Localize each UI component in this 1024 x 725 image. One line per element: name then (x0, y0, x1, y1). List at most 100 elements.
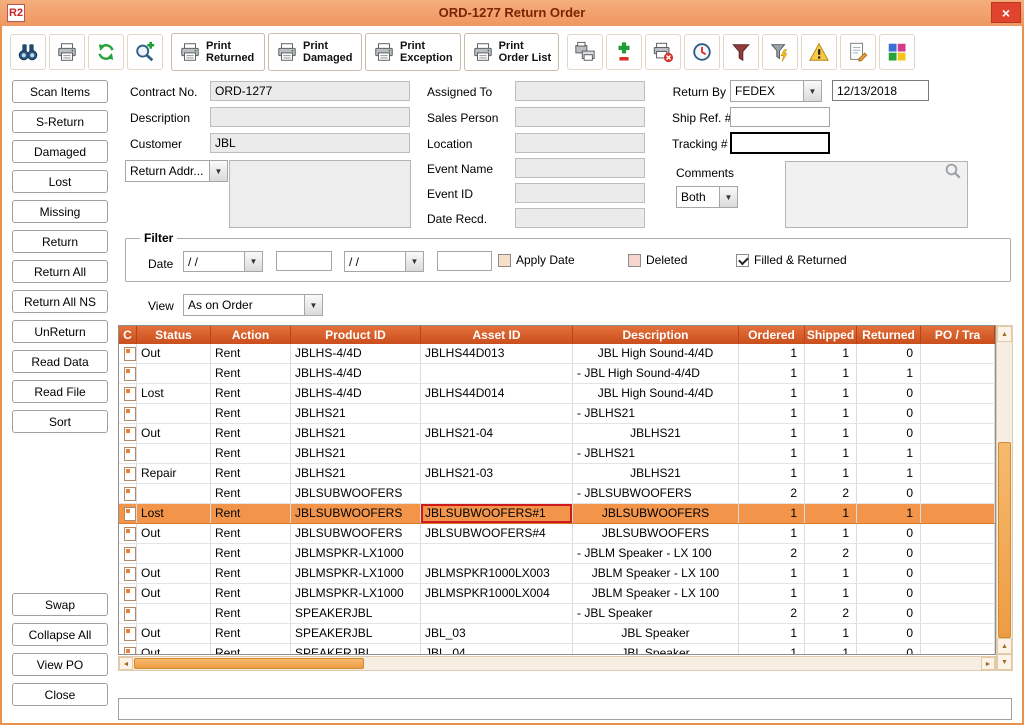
refresh-button[interactable] (88, 34, 124, 70)
filter-date-from-dropdown[interactable]: / / (183, 251, 263, 272)
sidebar-button-swap[interactable]: Swap (12, 593, 108, 616)
sidebar-button-close[interactable]: Close (12, 683, 108, 706)
filter-text-1-field[interactable] (276, 251, 332, 271)
column-header-returned[interactable]: Returned (857, 326, 921, 344)
cell-c[interactable] (119, 504, 137, 523)
checkbox-deleted[interactable]: Deleted (628, 253, 687, 267)
row-checkbox-icon[interactable] (124, 407, 136, 421)
cell-c[interactable] (119, 364, 137, 383)
table-row[interactable]: RentSPEAKERJBL- JBL Speaker220 (119, 604, 995, 624)
chevron-down-icon[interactable] (803, 81, 821, 101)
chevron-down-icon[interactable] (405, 252, 423, 271)
titlebar[interactable]: R2 ORD-1277 Return Order × (0, 0, 1024, 26)
cell-c[interactable] (119, 604, 137, 623)
row-checkbox-icon[interactable] (124, 367, 136, 381)
row-checkbox-icon[interactable] (124, 587, 136, 601)
chevron-down-icon[interactable] (244, 252, 262, 271)
sidebar-button-scan-items[interactable]: Scan Items (12, 80, 108, 103)
checkbox-apply-date[interactable]: Apply Date (498, 253, 575, 267)
table-row[interactable]: OutRentJBLHS-4/4DJBLHS44D013JBL High Sou… (119, 344, 995, 364)
table-row[interactable]: OutRentJBLMSPKR-LX1000JBLMSPKR1000LX003J… (119, 564, 995, 584)
chevron-down-icon[interactable] (209, 161, 227, 181)
cell-c[interactable] (119, 344, 137, 363)
table-row[interactable]: OutRentJBLSUBWOOFERSJBLSUBWOOFERS#4JBLSU… (119, 524, 995, 544)
row-checkbox-icon[interactable] (124, 547, 136, 561)
print-cancel-button[interactable] (645, 34, 681, 70)
print-damaged-button[interactable]: PrintDamaged (268, 33, 362, 71)
vertical-scroll-thumb[interactable] (998, 442, 1011, 638)
return-by-dropdown[interactable]: FEDEX (730, 80, 822, 102)
row-checkbox-icon[interactable] (124, 607, 136, 621)
column-header-po-tra[interactable]: PO / Tra (921, 326, 995, 344)
filter-flash-button[interactable] (762, 34, 798, 70)
checkbox-filled-returned[interactable]: Filled & Returned (736, 253, 847, 267)
sidebar-button-s-return[interactable]: S-Return (12, 110, 108, 133)
status-message-field[interactable] (118, 698, 1012, 720)
cell-c[interactable] (119, 464, 137, 483)
column-header-product-id[interactable]: Product ID (291, 326, 421, 344)
cell-c[interactable] (119, 384, 137, 403)
filter-text-2-field[interactable] (437, 251, 492, 271)
sidebar-button-missing[interactable]: Missing (12, 200, 108, 223)
horizontal-scrollbar[interactable]: ◄ ► (118, 656, 996, 671)
filter-date-to-dropdown[interactable]: / / (344, 251, 424, 272)
row-checkbox-icon[interactable] (124, 567, 136, 581)
table-row[interactable]: OutRentSPEAKERJBLJBL_03JBL Speaker110 (119, 624, 995, 644)
column-header-ordered[interactable]: Ordered (739, 326, 805, 344)
cell-c[interactable] (119, 404, 137, 423)
warning-button[interactable] (801, 34, 837, 70)
column-header-shipped[interactable]: Shipped (805, 326, 857, 344)
return-by-date-field[interactable] (832, 80, 929, 101)
comments-filter-dropdown[interactable]: Both (676, 186, 738, 208)
cell-c[interactable] (119, 544, 137, 563)
printer-button[interactable] (49, 34, 85, 70)
column-header-action[interactable]: Action (211, 326, 291, 344)
view-dropdown[interactable]: As on Order (183, 294, 323, 316)
table-row[interactable]: RentJBLSUBWOOFERS- JBLSUBWOOFERS220 (119, 484, 995, 504)
sidebar-button-return-all-ns[interactable]: Return All NS (12, 290, 108, 313)
layout-button[interactable] (879, 34, 915, 70)
sidebar-button-read-data[interactable]: Read Data (12, 350, 108, 373)
table-row[interactable]: RentJBLHS21- JBLHS21111 (119, 444, 995, 464)
row-checkbox-icon[interactable] (124, 347, 136, 361)
add-remove-button[interactable] (606, 34, 642, 70)
sidebar-button-unreturn[interactable]: UnReturn (12, 320, 108, 343)
scroll-left-icon[interactable]: ◄ (119, 657, 133, 670)
tracking-field[interactable] (730, 132, 830, 154)
return-address-dropdown[interactable]: Return Addr... (125, 160, 228, 182)
sidebar-button-lost[interactable]: Lost (12, 170, 108, 193)
table-row[interactable]: OutRentJBLHS21JBLHS21-04JBLHS21110 (119, 424, 995, 444)
table-row[interactable]: RentJBLMSPKR-LX1000- JBLM Speaker - LX 1… (119, 544, 995, 564)
cell-c[interactable] (119, 644, 137, 655)
row-checkbox-icon[interactable] (124, 487, 136, 501)
comments-textarea[interactable] (785, 161, 968, 228)
vertical-scrollbar[interactable]: ▲ ▲ ▼ (996, 325, 1013, 671)
ship-ref-field[interactable] (730, 107, 830, 127)
scroll-up-fast-icon[interactable]: ▲ (997, 638, 1012, 654)
close-window-button[interactable]: × (991, 2, 1021, 23)
chevron-down-icon[interactable] (719, 187, 737, 207)
sidebar-button-return-all[interactable]: Return All (12, 260, 108, 283)
binoculars-button[interactable] (10, 34, 46, 70)
table-row[interactable]: RepairRentJBLHS21JBLHS21-03JBLHS21111 (119, 464, 995, 484)
table-row[interactable]: RentJBLHS-4/4D- JBL High Sound-4/4D111 (119, 364, 995, 384)
sidebar-button-sort[interactable]: Sort (12, 410, 108, 433)
table-row[interactable]: LostRentJBLSUBWOOFERSJBLSUBWOOFERS#1JBLS… (119, 504, 995, 524)
column-header-status[interactable]: Status (137, 326, 211, 344)
sidebar-button-view-po[interactable]: View PO (12, 653, 108, 676)
row-checkbox-icon[interactable] (124, 387, 136, 401)
column-header-asset-id[interactable]: Asset ID (421, 326, 573, 344)
sidebar-button-read-file[interactable]: Read File (12, 380, 108, 403)
row-checkbox-icon[interactable] (124, 507, 136, 521)
row-checkbox-icon[interactable] (124, 627, 136, 641)
cell-c[interactable] (119, 444, 137, 463)
cell-c[interactable] (119, 624, 137, 643)
table-row[interactable]: RentJBLHS21- JBLHS21110 (119, 404, 995, 424)
print-order-list-button[interactable]: PrintOrder List (464, 33, 560, 71)
cell-c[interactable] (119, 484, 137, 503)
column-header-description[interactable]: Description (573, 326, 739, 344)
row-checkbox-icon[interactable] (124, 427, 136, 441)
cell-c[interactable] (119, 524, 137, 543)
sidebar-button-return[interactable]: Return (12, 230, 108, 253)
cell-c[interactable] (119, 564, 137, 583)
